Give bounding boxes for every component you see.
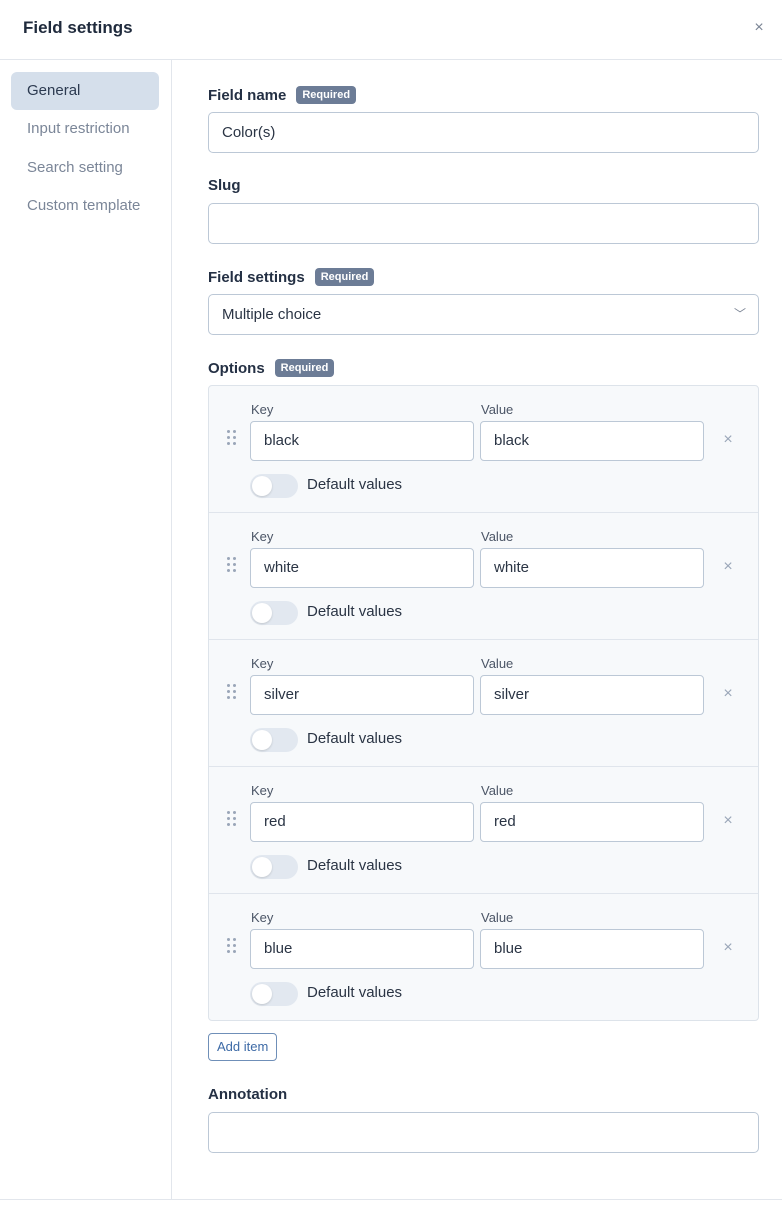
- sidebar-item-custom-template[interactable]: Custom template: [11, 187, 159, 225]
- option-value-input[interactable]: silver: [480, 675, 704, 715]
- dialog-header: Field settings ×: [0, 0, 782, 60]
- option-row: Key Value blue blue × Default values: [209, 894, 758, 1021]
- drag-handle-icon[interactable]: [227, 938, 237, 954]
- annotation-label-text: Annotation: [208, 1086, 288, 1103]
- slug-input[interactable]: [208, 203, 759, 244]
- remove-option-icon[interactable]: ×: [721, 684, 735, 704]
- default-value-toggle[interactable]: [250, 855, 298, 879]
- option-key-input[interactable]: red: [250, 802, 474, 842]
- key-label: Key: [251, 529, 274, 544]
- toggle-knob: [252, 857, 272, 877]
- value-label: Value: [481, 783, 514, 798]
- options-label: Options Required: [208, 359, 335, 377]
- default-values-label: Default values: [307, 730, 403, 747]
- toggle-knob: [252, 984, 272, 1004]
- value-label: Value: [481, 656, 514, 671]
- option-key-input[interactable]: black: [250, 421, 474, 461]
- toggle-knob: [252, 730, 272, 750]
- chevron-down-icon: ﹀: [733, 307, 746, 321]
- option-row: Key Value silver silver × Default values: [209, 640, 758, 767]
- drag-handle-icon[interactable]: [227, 684, 237, 700]
- annotation-label: Annotation: [208, 1086, 287, 1103]
- default-values-label: Default values: [307, 603, 403, 620]
- add-item-button[interactable]: Add item: [208, 1033, 278, 1061]
- field-settings-select[interactable]: Multiple choice ﹀: [208, 294, 759, 335]
- drag-handle-icon[interactable]: [227, 811, 237, 827]
- option-row: Key Value black black × Default values: [209, 386, 758, 513]
- value-label: Value: [481, 910, 514, 925]
- option-row: Key Value white white × Default values: [209, 513, 758, 640]
- default-value-toggle[interactable]: [250, 982, 298, 1006]
- default-value-toggle[interactable]: [250, 728, 298, 752]
- option-value-input[interactable]: blue: [480, 929, 704, 969]
- required-badge: Required: [296, 86, 357, 104]
- sidebar-item-general[interactable]: General: [11, 72, 159, 110]
- option-key-input[interactable]: blue: [250, 929, 474, 969]
- field-settings-label-text: Field settings: [208, 268, 305, 286]
- default-values-label: Default values: [307, 984, 403, 1001]
- key-label: Key: [251, 910, 274, 925]
- key-label: Key: [251, 656, 274, 671]
- option-row: Key Value red red × Default values: [209, 767, 758, 894]
- option-value-input[interactable]: red: [480, 802, 704, 842]
- option-key-input[interactable]: silver: [250, 675, 474, 715]
- field-name-label-text: Field name: [208, 86, 287, 104]
- drag-handle-icon[interactable]: [227, 430, 237, 446]
- remove-option-icon[interactable]: ×: [721, 811, 735, 831]
- option-value-input[interactable]: white: [480, 548, 704, 588]
- key-label: Key: [251, 402, 274, 417]
- default-value-toggle[interactable]: [250, 474, 298, 498]
- annotation-input[interactable]: [208, 1112, 759, 1153]
- drag-handle-icon[interactable]: [227, 557, 237, 573]
- default-value-toggle[interactable]: [250, 601, 298, 625]
- options-label-text: Options: [208, 359, 265, 377]
- default-values-label: Default values: [307, 857, 403, 874]
- field-settings-selected-value: Multiple choice: [222, 306, 322, 323]
- close-icon[interactable]: ×: [750, 18, 768, 38]
- options-list: Key Value black black × Default values K…: [208, 385, 759, 1021]
- toggle-knob: [252, 476, 272, 496]
- value-label: Value: [481, 402, 514, 417]
- sidebar-item-input-restriction[interactable]: Input restriction: [11, 110, 159, 148]
- slug-label-text: Slug: [208, 177, 241, 194]
- required-badge: Required: [314, 268, 375, 286]
- dialog-title: Field settings: [23, 18, 133, 37]
- key-label: Key: [251, 783, 274, 798]
- field-settings-label: Field settings Required: [208, 268, 375, 286]
- option-value-input[interactable]: black: [480, 421, 704, 461]
- toggle-knob: [252, 603, 272, 623]
- required-badge: Required: [274, 359, 335, 377]
- default-values-label: Default values: [307, 476, 403, 493]
- sidebar-item-search-setting[interactable]: Search setting: [11, 149, 159, 187]
- option-key-input[interactable]: white: [250, 548, 474, 588]
- remove-option-icon[interactable]: ×: [721, 430, 735, 450]
- field-name-input[interactable]: Color(s): [208, 112, 759, 153]
- remove-option-icon[interactable]: ×: [721, 557, 735, 577]
- footer-divider: [0, 1199, 782, 1200]
- slug-label: Slug: [208, 177, 241, 194]
- settings-sidebar: General Input restriction Search setting…: [0, 60, 172, 1200]
- value-label: Value: [481, 529, 514, 544]
- remove-option-icon[interactable]: ×: [721, 938, 735, 958]
- field-name-label: Field name Required: [208, 86, 357, 104]
